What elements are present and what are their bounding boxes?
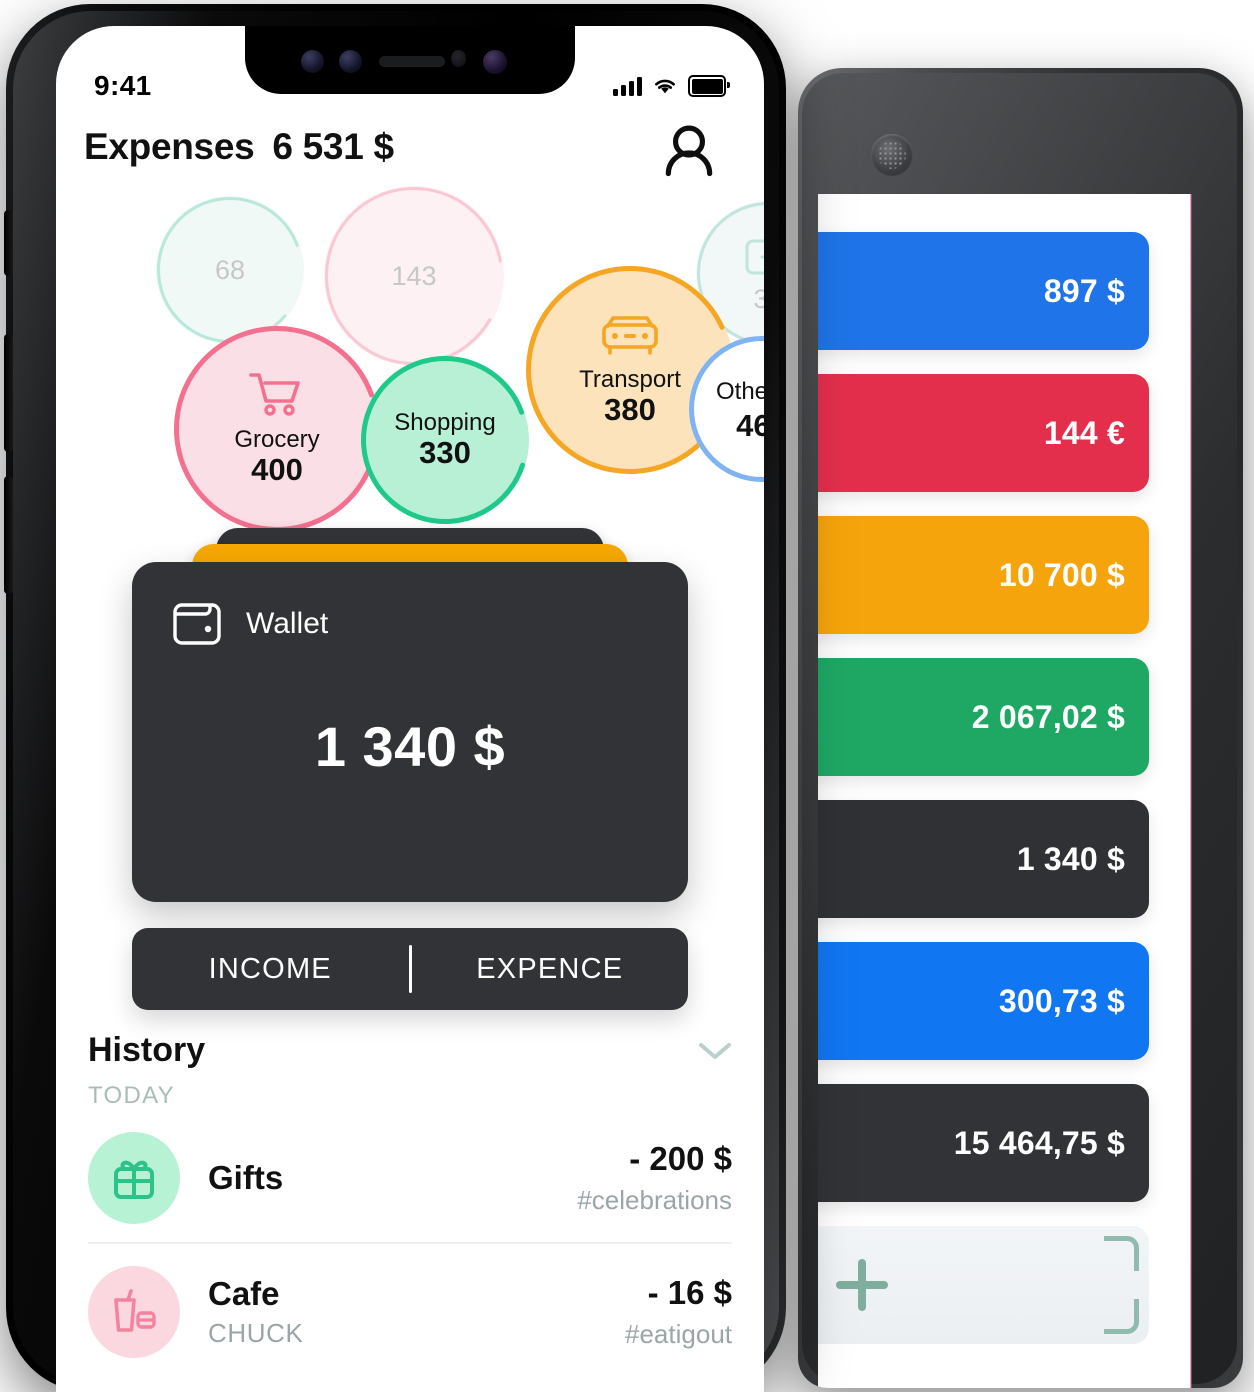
frame-corner-top-right bbox=[1104, 1236, 1139, 1271]
wallet-card[interactable]: Wallet 1 340 $ bbox=[132, 562, 688, 902]
history-header: History bbox=[88, 1031, 732, 1070]
transaction-amount-block: - 200 $ #celebrations bbox=[577, 1140, 732, 1217]
transaction-details: Cafe CHUCK bbox=[208, 1275, 625, 1350]
user-avatar-icon[interactable] bbox=[658, 124, 720, 186]
car-icon bbox=[598, 312, 662, 365]
chevron-down-icon[interactable] bbox=[698, 1041, 732, 1061]
wallet-balance: 1 340 $ bbox=[314, 715, 506, 778]
history-group-label: TODAY bbox=[88, 1082, 175, 1109]
bubble-value: 460 bbox=[736, 408, 764, 444]
sensor-icon bbox=[451, 50, 466, 67]
expence-button[interactable]: EXPENCE bbox=[412, 953, 689, 986]
account-amount: 144 € bbox=[1043, 414, 1125, 451]
bubble-label: Shopping bbox=[394, 408, 496, 436]
volume-up-button[interactable] bbox=[4, 334, 13, 452]
wallet-card-header: Wallet bbox=[172, 600, 328, 648]
account-amount: 300,73 $ bbox=[998, 982, 1125, 1019]
medkit-icon bbox=[743, 233, 764, 282]
status-bar: 9:41 bbox=[56, 66, 764, 106]
transaction-row[interactable]: Cafe CHUCK - 16 $ #eatigout bbox=[88, 1242, 732, 1376]
expense-bubble[interactable]: Other 460 bbox=[689, 336, 764, 482]
iphone-mockup: 9:41 6814334Grocery400Shopping330Transpo… bbox=[4, 4, 786, 1392]
cellular-bars-icon bbox=[613, 76, 642, 96]
bubble-value: 400 bbox=[251, 452, 303, 488]
expense-bubble[interactable]: 68 bbox=[156, 196, 304, 344]
bubble-label: Transport bbox=[579, 366, 681, 394]
transaction-list: Gifts - 200 $ #celebrations Cafe CHUCK - 16 $… bbox=[88, 1110, 732, 1376]
account-amount: 10 700 $ bbox=[998, 556, 1125, 593]
gift-icon bbox=[88, 1132, 180, 1224]
account-amount: 1 340 $ bbox=[1016, 840, 1125, 877]
wallet-card-stack: Wallet 1 340 $ INCOME EXPENCE bbox=[56, 516, 764, 1036]
transaction-merchant: CHUCK bbox=[208, 1318, 304, 1349]
transaction-name: Cafe bbox=[208, 1274, 280, 1312]
battery-full-icon bbox=[688, 75, 730, 97]
android-phone-mockup: 897 $ 144 € 10 700 $ 2 067,02 $ 1 340 $ 300,7… bbox=[798, 68, 1243, 1388]
transaction-tag[interactable]: #eatigout bbox=[625, 1319, 732, 1350]
screen-edge-highlight bbox=[1190, 194, 1192, 1388]
account-bar[interactable]: 300,73 $ bbox=[818, 942, 1149, 1060]
bubble-label: Other bbox=[715, 377, 764, 405]
expense-bubble[interactable]: Grocery 400 bbox=[174, 326, 380, 532]
bubble-value: 68 bbox=[214, 254, 246, 285]
cart-icon bbox=[248, 370, 306, 425]
income-expence-toggle: INCOME EXPENCE bbox=[132, 928, 688, 1010]
iphone-screen: 9:41 6814334Grocery400Shopping330Transpo… bbox=[56, 26, 764, 1392]
android-screen: 897 $ 144 € 10 700 $ 2 067,02 $ 1 340 $ 300,7… bbox=[818, 194, 1191, 1388]
transaction-amount-block: - 16 $ #eatigout bbox=[625, 1274, 732, 1351]
bubble-value: 330 bbox=[419, 434, 471, 470]
account-bar[interactable]: 144 € bbox=[818, 374, 1149, 492]
transaction-row[interactable]: Gifts - 200 $ #celebrations bbox=[88, 1110, 732, 1242]
transaction-amount: - 16 $ bbox=[647, 1273, 732, 1311]
account-amount: 2 067,02 $ bbox=[971, 698, 1125, 735]
bubble-value: 143 bbox=[391, 260, 437, 291]
bubble-label: Grocery bbox=[234, 426, 320, 454]
transaction-details: Gifts bbox=[208, 1159, 577, 1197]
frame-corner-bottom-right bbox=[1104, 1299, 1139, 1334]
wifi-icon bbox=[655, 79, 675, 94]
history-section: History TODAY Gifts - 200 $ #celebrations C… bbox=[56, 1031, 764, 1376]
mute-switch-button[interactable] bbox=[4, 210, 13, 276]
expenses-header: Expenses 6 531 $ bbox=[84, 126, 394, 168]
transaction-tag[interactable]: #celebrations bbox=[577, 1185, 732, 1216]
account-list: 897 $ 144 € 10 700 $ 2 067,02 $ 1 340 $ 300,7… bbox=[818, 232, 1149, 1344]
account-bar[interactable]: 10 700 $ bbox=[818, 516, 1149, 634]
account-amount: 15 464,75 $ bbox=[953, 1124, 1125, 1161]
page-title: Expenses bbox=[84, 126, 255, 167]
income-button[interactable]: INCOME bbox=[132, 953, 409, 986]
transaction-amount: - 200 $ bbox=[629, 1139, 732, 1177]
status-clock: 9:41 bbox=[94, 70, 152, 101]
bubble-value: 34 bbox=[753, 283, 764, 314]
account-amount: 897 $ bbox=[1043, 272, 1125, 309]
plus-icon bbox=[836, 1259, 888, 1311]
android-earpiece-speaker-icon bbox=[871, 134, 913, 176]
history-title: History bbox=[88, 1031, 206, 1069]
account-bar[interactable]: 15 464,75 $ bbox=[818, 1084, 1149, 1202]
expenses-total: 6 531 $ bbox=[272, 126, 394, 167]
status-indicators bbox=[613, 75, 730, 97]
bubble-value: 380 bbox=[604, 392, 656, 428]
account-bar[interactable]: 897 $ bbox=[818, 232, 1149, 350]
wallet-name: Wallet bbox=[246, 607, 329, 640]
account-bar[interactable]: 1 340 $ bbox=[818, 800, 1149, 918]
volume-down-button[interactable] bbox=[4, 476, 13, 594]
add-account-button[interactable] bbox=[818, 1226, 1149, 1344]
transaction-name: Gifts bbox=[208, 1159, 284, 1197]
expense-bubble[interactable]: Shopping 330 bbox=[361, 356, 529, 524]
drink-icon bbox=[88, 1266, 180, 1358]
wallet-icon bbox=[173, 603, 221, 645]
account-bar[interactable]: 2 067,02 $ bbox=[818, 658, 1149, 776]
